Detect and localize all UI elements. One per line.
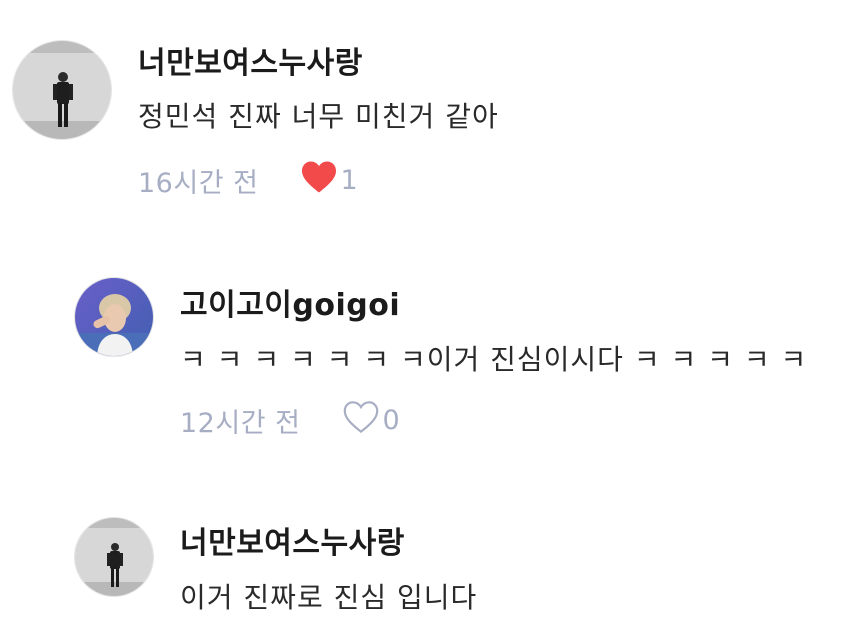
heart-filled-icon: [300, 160, 338, 201]
comment-time: 16시간 전: [138, 168, 259, 199]
like-button[interactable]: 0: [342, 400, 400, 441]
comment-text: ㅋ ㅋ ㅋ ㅋ ㅋ ㅋ ㅋ이거 진심이시다 ㅋ ㅋ ㅋ ㅋ ㅋ: [180, 343, 808, 376]
user-avatar-icon: [13, 41, 111, 139]
comment-username[interactable]: 고이고이goigoi: [180, 280, 400, 324]
like-count: 1: [340, 165, 358, 196]
comment-text: 이거 진짜로 진심 입니다: [180, 581, 478, 614]
avatar[interactable]: [12, 40, 112, 140]
comment-username[interactable]: 너만보여스누사랑: [180, 518, 405, 562]
avatar[interactable]: [74, 517, 154, 597]
avatar[interactable]: [74, 277, 154, 357]
comment-time: 12시간 전: [180, 408, 301, 439]
user-avatar-icon: [75, 518, 153, 596]
comment-text: 정민석 진짜 너무 미친거 같아: [138, 100, 499, 133]
comment-meta: 12시간 전 0: [180, 400, 400, 441]
comment-meta: 16시간 전 1: [138, 160, 358, 201]
comment-username[interactable]: 너만보여스누사랑: [138, 38, 363, 82]
comments-thread: 너만보여스누사랑 정민석 진짜 너무 미친거 같아 16시간 전 1 고이고이g…: [0, 0, 849, 637]
like-count: 0: [382, 405, 400, 436]
like-button[interactable]: 1: [300, 160, 358, 201]
user-avatar-icon: [75, 278, 153, 356]
heart-outline-icon: [342, 400, 380, 441]
